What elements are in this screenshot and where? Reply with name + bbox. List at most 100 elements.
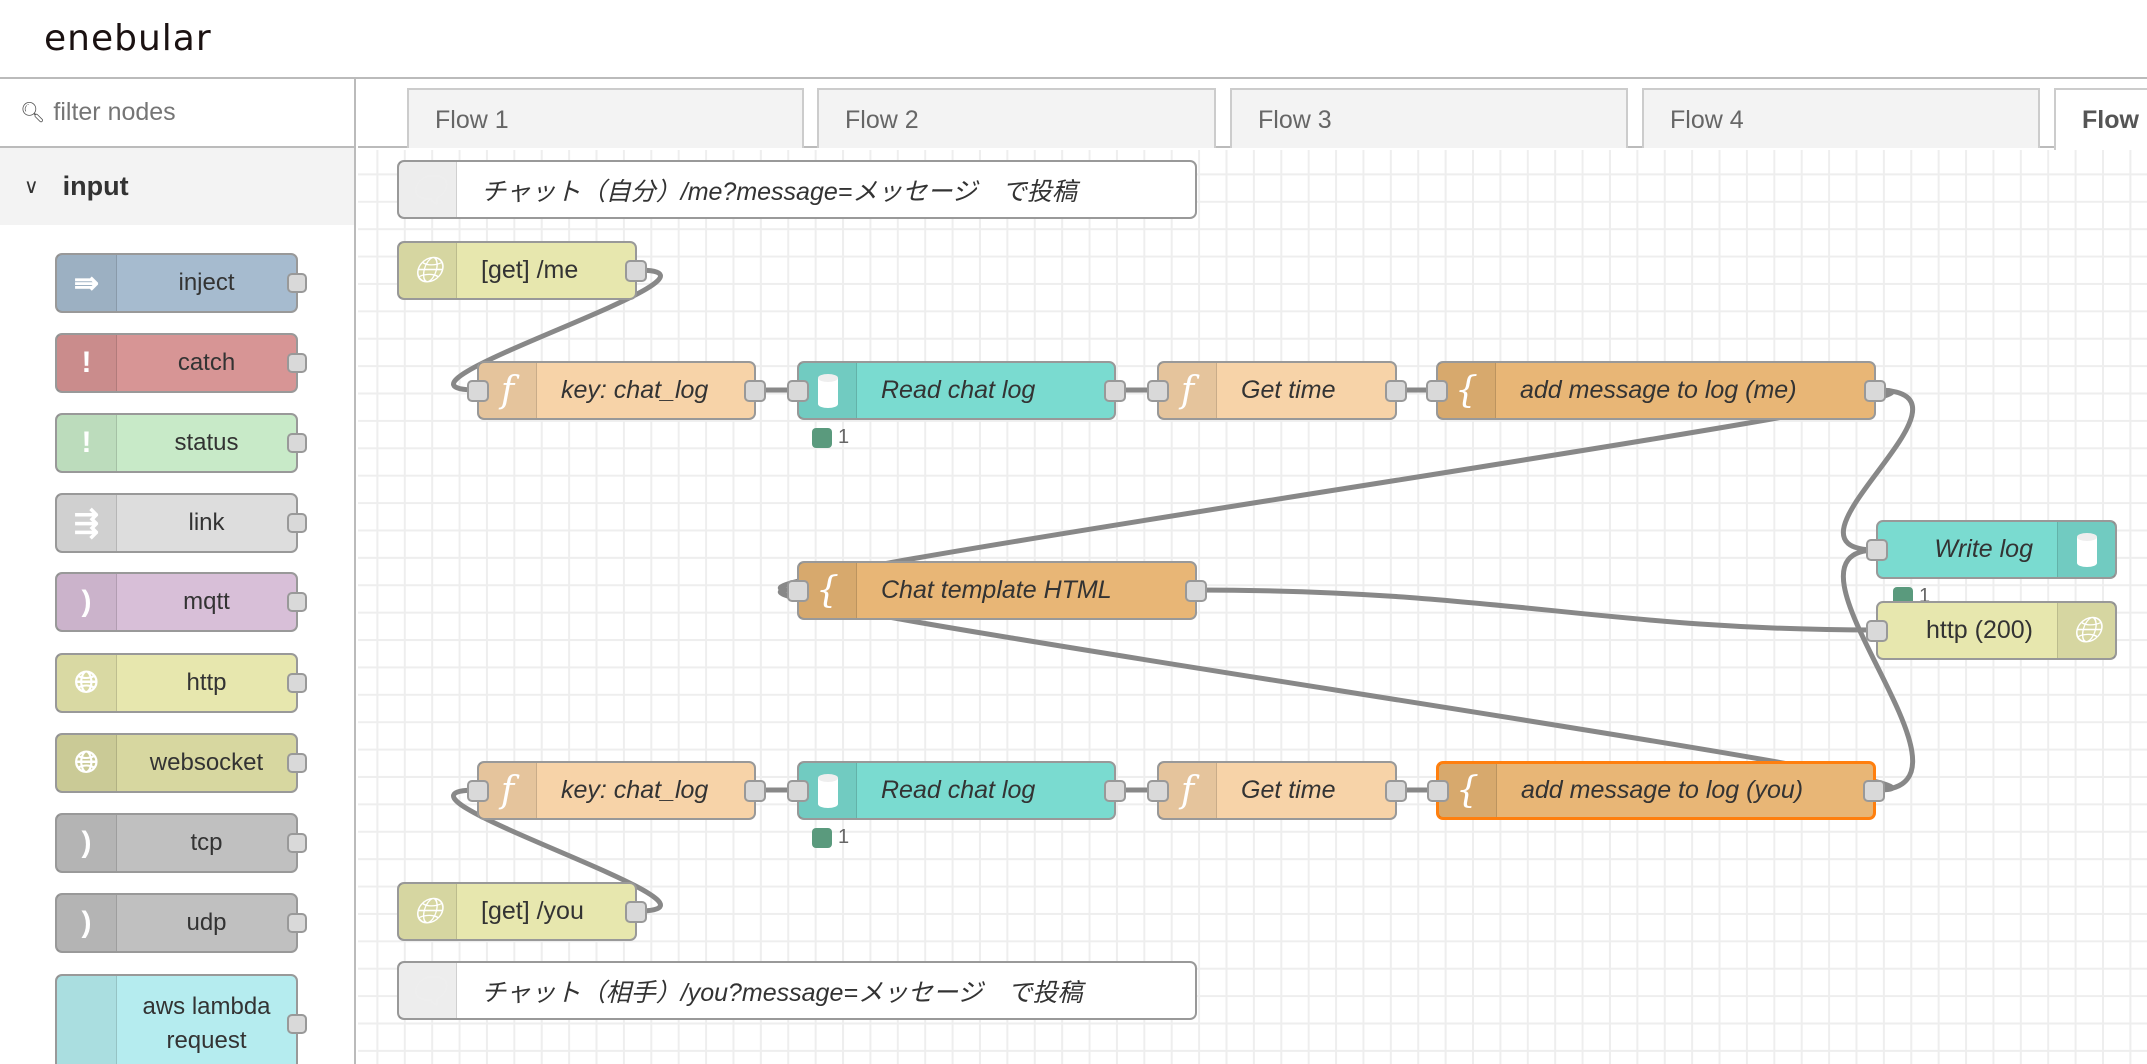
input-port[interactable]	[1147, 379, 1169, 402]
function-node-time-1[interactable]: f Get time	[1147, 361, 1407, 420]
tab-flow-4[interactable]: Flow 4	[1642, 88, 2040, 148]
template-node-add-me[interactable]: {add message to log (me)	[1426, 361, 1886, 420]
node-label: チャット（自分）/me?message=メッセージ で投稿	[481, 177, 1077, 206]
node-label: [get] /me	[481, 256, 579, 284]
output-port	[287, 673, 307, 693]
palette-node-label: catch	[177, 349, 236, 377]
output-port	[287, 513, 307, 533]
output-port[interactable]	[1385, 379, 1407, 402]
output-port[interactable]	[744, 379, 766, 402]
http-in-node-you[interactable]: 🌐︎ [get] /you	[397, 882, 647, 941]
db-node-read-2[interactable]: Read chat log	[787, 761, 1126, 820]
node-label: Get time	[1241, 776, 1336, 804]
template-node-add-you[interactable]: {add message to log (you)	[1427, 761, 1885, 820]
output-port	[287, 833, 307, 853]
palette-node-mqtt[interactable]: ) mqtt	[55, 572, 307, 632]
tab-label: Flow 4	[1670, 106, 1744, 134]
palette-node-label: udp	[186, 909, 227, 937]
comment-node-me[interactable]: 🗨︎ チャット（自分）/me?message=メッセージ で投稿	[397, 160, 1197, 219]
palette-node-udp[interactable]: ) udp	[55, 893, 307, 953]
node-label: key: chat_log	[561, 376, 709, 404]
status-dot-icon	[812, 827, 832, 848]
node-status: 1	[812, 426, 849, 449]
tab-flow-1[interactable]: Flow 1	[407, 88, 804, 148]
input-port[interactable]	[1147, 779, 1169, 802]
template-node-chat-html[interactable]: {Chat template HTML	[787, 561, 1207, 620]
tab-label: Flow 2	[845, 106, 919, 134]
db-node-write-log[interactable]: Write log	[1866, 520, 2117, 579]
input-port[interactable]	[1866, 619, 1888, 642]
palette-node-catch[interactable]: ! catch	[55, 333, 307, 393]
output-port[interactable]	[1104, 779, 1126, 802]
link-icon: ⇶	[57, 495, 117, 551]
palette-node-label: status	[174, 429, 239, 457]
output-port[interactable]	[625, 900, 647, 923]
palette-node-label: websocket	[149, 749, 264, 777]
exclamation-icon: !	[57, 415, 117, 471]
output-port	[287, 913, 307, 933]
output-port	[287, 1014, 307, 1034]
http-in-node-me[interactable]: 🌐︎ [get] /me	[397, 241, 647, 300]
tab-flow-active[interactable]: Flow	[2054, 88, 2147, 150]
output-port[interactable]	[1864, 379, 1886, 402]
input-port[interactable]	[1427, 779, 1449, 802]
output-port	[287, 353, 307, 373]
comment-node-you[interactable]: 🗨︎ チャット（相手）/you?message=メッセージ で投稿	[397, 961, 1197, 1020]
palette-node-label: aws lambda request	[142, 993, 271, 1054]
http-response-node[interactable]: 🌐︎ http (200)	[1866, 601, 2117, 660]
output-port[interactable]	[1185, 579, 1207, 602]
chevron-down-icon: ∨	[24, 176, 39, 198]
output-port	[287, 273, 307, 293]
palette-node-aws-lambda-request[interactable]: aws lambda request	[55, 974, 307, 1064]
palette-node-tcp[interactable]: ) tcp	[55, 813, 307, 873]
palette-node-http[interactable]: 🌐︎ http	[55, 653, 307, 713]
input-port[interactable]	[787, 779, 809, 802]
function-node-time-2[interactable]: f Get time	[1147, 761, 1407, 820]
database-icon	[2057, 522, 2115, 577]
input-port[interactable]	[467, 779, 489, 802]
palette-node-label: inject	[178, 269, 235, 297]
palette-node-label: mqtt	[183, 588, 230, 616]
input-port[interactable]	[1866, 538, 1888, 561]
globe-icon: 🌐︎	[57, 735, 117, 791]
node-label: http (200)	[1925, 616, 2033, 644]
filter-nodes-input[interactable]	[53, 98, 354, 127]
node-label: key: chat_log	[561, 776, 709, 804]
palette-node-link[interactable]: ⇶ link	[55, 493, 307, 553]
palette-node-websocket[interactable]: 🌐︎ websocket	[55, 733, 307, 793]
input-port[interactable]	[787, 379, 809, 402]
output-port[interactable]	[1385, 779, 1407, 802]
palette-node-label: http	[186, 669, 227, 697]
output-port[interactable]	[744, 779, 766, 802]
globe-icon: 🌐︎	[57, 655, 117, 711]
category-label: input	[62, 171, 129, 201]
input-port[interactable]	[1426, 379, 1448, 402]
lambda-icon	[57, 976, 117, 1064]
palette-node-status[interactable]: ! status	[55, 413, 307, 473]
tab-label: Flow 1	[435, 106, 509, 134]
palette-node-inject[interactable]: ⇛ inject	[55, 253, 307, 313]
search-icon: 🔍︎	[20, 102, 46, 124]
function-node-key-2[interactable]: f key: chat_log	[467, 761, 766, 820]
output-port[interactable]	[1104, 379, 1126, 402]
tab-flow-3[interactable]: Flow 3	[1230, 88, 1628, 148]
filter-bar: 🔍︎	[0, 79, 354, 148]
enebular-logo[interactable]: enebular	[44, 18, 212, 59]
db-node-read-1[interactable]: Read chat log	[787, 361, 1126, 420]
input-port[interactable]	[787, 579, 809, 602]
tab-flow-2[interactable]: Flow 2	[817, 88, 1216, 148]
arrow-icon: ⇛	[57, 255, 117, 311]
node-label: Read chat log	[881, 776, 1036, 804]
output-port[interactable]	[625, 259, 647, 282]
output-port[interactable]	[1863, 779, 1885, 802]
input-port[interactable]	[467, 379, 489, 402]
tab-label: Flow	[2082, 106, 2139, 134]
palette-node-label: link	[188, 509, 225, 537]
header: enebular	[0, 0, 2147, 79]
node-label: Get time	[1241, 376, 1336, 404]
palette-sidebar: 🔍︎ ∨ input ⇛ inject ! catch! status ⇶ link ) mqt…	[0, 79, 356, 1064]
node-label: チャット（相手）/you?message=メッセージ で投稿	[481, 978, 1083, 1007]
palette-node-label: tcp	[190, 829, 223, 857]
category-input-header[interactable]: ∨ input	[0, 148, 354, 225]
function-node-key-1[interactable]: f key: chat_log	[467, 361, 766, 420]
